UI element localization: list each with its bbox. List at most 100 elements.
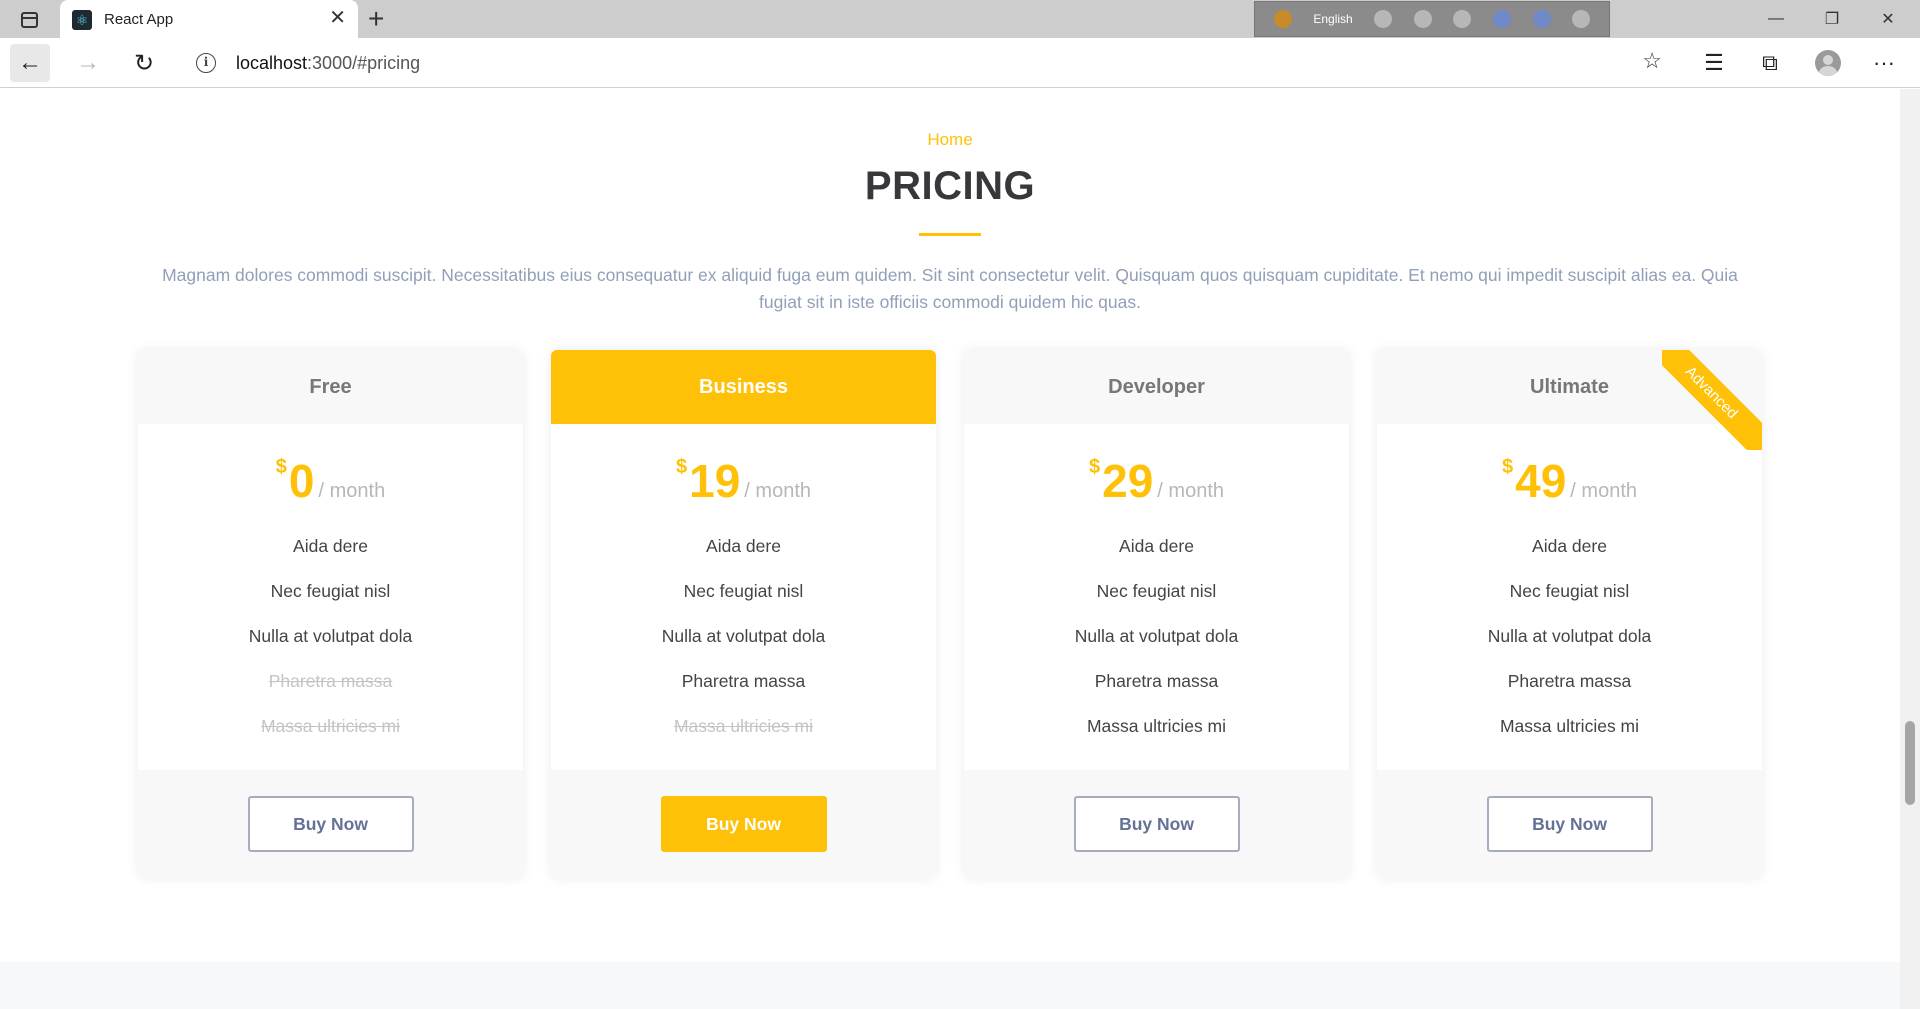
plan-card-developer: Developer $29/ month Aida dere Nec feugi… xyxy=(964,350,1349,878)
section-intro: Magnam dolores commodi suscipit. Necessi… xyxy=(162,265,1738,312)
back-button[interactable]: ← xyxy=(10,44,50,82)
card-footer: Buy Now xyxy=(138,770,523,878)
next-section xyxy=(0,962,1900,1009)
close-window-button[interactable]: ✕ xyxy=(1860,0,1916,38)
site-info-icon[interactable]: i xyxy=(196,53,216,73)
url-text[interactable]: localhost:3000/#pricing xyxy=(236,53,420,74)
ime-ie-icon[interactable] xyxy=(1493,10,1512,28)
feature-list: Aida dere Nec feugiat nisl Nulla at volu… xyxy=(964,524,1349,749)
reload-button[interactable]: ↻ xyxy=(124,44,164,82)
feature-item-unavailable: Massa ultricies mi xyxy=(673,716,814,736)
feature-list: Aida dere Nec feugiat nisl Nulla at volu… xyxy=(551,524,936,749)
feature-item: Nec feugiat nisl xyxy=(270,581,391,601)
feature-item: Nulla at volutpat dola xyxy=(1074,626,1239,646)
advanced-ribbon: Advanced xyxy=(1662,350,1762,450)
buy-now-button-developer[interactable]: Buy Now xyxy=(1073,796,1240,852)
tab-close-icon[interactable]: ✕ xyxy=(329,8,346,28)
feature-item: Massa ultricies mi xyxy=(1499,716,1640,736)
ime-keyboard-icon[interactable] xyxy=(1374,10,1393,28)
plan-price: $19/ month xyxy=(551,454,936,508)
plan-price: $49/ month xyxy=(1377,454,1762,508)
feature-item: Nec feugiat nisl xyxy=(683,581,804,601)
minimize-button[interactable]: — xyxy=(1748,0,1804,38)
restore-button[interactable]: ❐ xyxy=(1804,0,1860,38)
price-period: / month xyxy=(1570,480,1637,502)
browser-titlebar: ⚛ React App ✕ + English — ❐ ✕ xyxy=(0,0,1920,38)
browser-toolbar: ← → ↻ i localhost:3000/#pricing ☆ ☰ ⧉ ··… xyxy=(0,38,1920,88)
feature-item: Nec feugiat nisl xyxy=(1096,581,1217,601)
card-footer: Buy Now xyxy=(551,770,936,878)
plan-price: $0/ month xyxy=(138,454,523,508)
ime-help-icon[interactable] xyxy=(1532,10,1551,28)
price-currency: $ xyxy=(1502,456,1514,478)
title-divider xyxy=(919,233,981,236)
plan-name: Business xyxy=(551,350,936,424)
feature-item: Nulla at volutpat dola xyxy=(1487,626,1652,646)
scrollbar-thumb[interactable] xyxy=(1905,721,1915,805)
breadcrumb-home-link[interactable]: Home xyxy=(0,130,1900,150)
forward-button[interactable]: → xyxy=(68,44,108,82)
feature-list: Aida dere Nec feugiat nisl Nulla at volu… xyxy=(138,524,523,749)
price-amount: 0 xyxy=(288,455,315,507)
price-currency: $ xyxy=(275,456,287,478)
tab-actions-icon[interactable] xyxy=(14,8,44,32)
page-title: PRICING xyxy=(864,164,1036,208)
feature-list: Aida dere Nec feugiat nisl Nulla at volu… xyxy=(1377,524,1762,749)
page-viewport: Home PRICING Magnam dolores commodi susc… xyxy=(0,89,1900,1009)
plan-name: Developer xyxy=(964,350,1349,424)
plan-card-free: Free $0/ month Aida dere Nec feugiat nis… xyxy=(138,350,523,878)
more-menu-icon[interactable]: ··· xyxy=(1864,44,1904,82)
url-path: :3000/#pricing xyxy=(307,53,421,73)
feature-item: Pharetra massa xyxy=(681,671,806,691)
plan-card-business: Business $19/ month Aida dere Nec feugia… xyxy=(551,350,936,878)
price-period: / month xyxy=(318,480,386,502)
buy-now-button-free[interactable]: Buy Now xyxy=(247,796,414,852)
feature-item: Nulla at volutpat dola xyxy=(661,626,826,646)
collections-icon[interactable]: ⧉ xyxy=(1750,44,1790,82)
price-currency: $ xyxy=(1089,456,1101,478)
plan-price: $29/ month xyxy=(964,454,1349,508)
favorites-icon[interactable]: ☰ xyxy=(1694,44,1734,82)
feature-item: Aida dere xyxy=(293,536,368,556)
feature-item: Aida dere xyxy=(1532,536,1607,556)
address-bar[interactable]: i localhost:3000/#pricing ☆ xyxy=(180,44,1678,82)
feature-item: Massa ultricies mi xyxy=(1086,716,1227,736)
add-favorite-icon[interactable]: ☆ xyxy=(1642,48,1662,74)
feature-item-unavailable: Pharetra massa xyxy=(268,671,393,691)
feature-item: Nulla at volutpat dola xyxy=(248,626,413,646)
tab-title: React App xyxy=(104,11,174,28)
ime-info-icon[interactable] xyxy=(1572,10,1591,28)
page-scrollbar[interactable] xyxy=(1900,89,1920,1009)
price-amount: 19 xyxy=(689,455,741,507)
pricing-cards: Free $0/ month Aida dere Nec feugiat nis… xyxy=(138,350,1762,878)
url-host: localhost xyxy=(236,53,308,73)
price-currency: $ xyxy=(676,456,688,478)
price-amount: 49 xyxy=(1515,455,1567,507)
plan-name: Free xyxy=(138,350,523,424)
ime-language[interactable]: English xyxy=(1313,12,1352,26)
plan-card-ultimate: Ultimate Advanced $49/ month Aida dere N… xyxy=(1377,350,1762,878)
buy-now-button-ultimate[interactable]: Buy Now xyxy=(1486,796,1653,852)
card-footer: Buy Now xyxy=(964,770,1349,878)
feature-item: Aida dere xyxy=(1119,536,1194,556)
feature-item: Pharetra massa xyxy=(1094,671,1219,691)
price-amount: 29 xyxy=(1102,455,1154,507)
feature-item: Nec feugiat nisl xyxy=(1509,581,1630,601)
react-logo-icon: ⚛ xyxy=(72,10,92,30)
profile-button[interactable] xyxy=(1808,44,1848,82)
feature-item: Aida dere xyxy=(706,536,781,556)
avatar xyxy=(1815,50,1841,76)
feature-item-unavailable: Massa ultricies mi xyxy=(260,716,401,736)
price-period: / month xyxy=(1157,480,1224,502)
feature-item: Pharetra massa xyxy=(1507,671,1632,691)
ribbon-label: Advanced xyxy=(1662,350,1762,450)
ime-logo-icon[interactable] xyxy=(1273,10,1292,28)
price-period: / month xyxy=(744,480,811,502)
ime-user-icon[interactable] xyxy=(1413,10,1432,28)
buy-now-button-business[interactable]: Buy Now xyxy=(660,796,827,852)
card-footer: Buy Now xyxy=(1377,770,1762,878)
new-tab-button[interactable]: + xyxy=(368,3,384,35)
ime-settings-icon[interactable] xyxy=(1453,10,1472,28)
browser-tab[interactable]: ⚛ React App ✕ xyxy=(60,0,358,38)
ime-toolbar: English xyxy=(1254,1,1610,37)
